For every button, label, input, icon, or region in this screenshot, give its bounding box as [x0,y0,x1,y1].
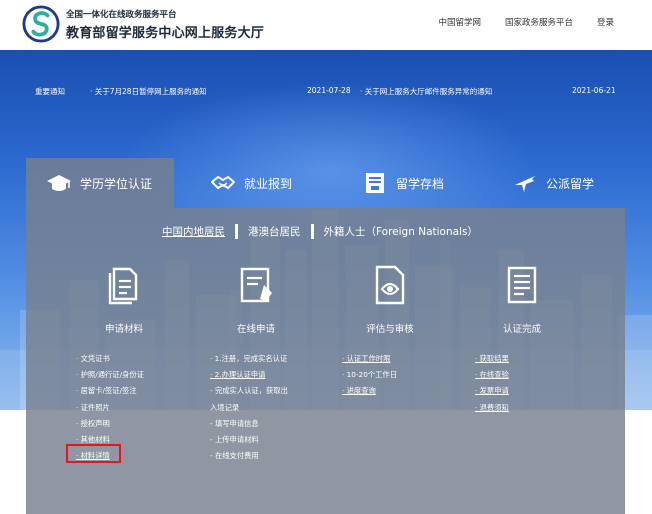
notice-label: 重要通知 [35,87,65,96]
subtab-mainland[interactable]: 中国内地居民 [162,224,225,239]
archive-icon [366,173,384,193]
refund-notice-link[interactable]: · 退费须知 [475,400,509,416]
tab-degree-verification[interactable]: 学历学位认证 [26,158,174,208]
subtab-divider [310,224,314,239]
list-item: - 填写申请信息 [210,418,259,428]
nav-cscse-link[interactable]: 中国留学网 [438,16,481,28]
list-item: · 证件照片 [76,402,110,412]
list-item: · 1.注册，完成实名认证 [210,354,288,363]
evaluation-list: · 认证工作时限 · 10-20个工作日 · 进度查询 [342,351,397,400]
login-link[interactable]: 登录 [597,16,614,28]
step-label: 申请材料 [104,324,143,335]
get-result-link[interactable]: · 获取结果 [475,351,509,367]
tab-label: 学历学位认证 [80,176,153,191]
site-header: 全国一体化在线政务服务平台 教育部留学服务中心网上服务大厅 中国留学网 国家政务… [0,0,652,50]
nav-gov-platform-link[interactable]: 国家政务服务平台 [505,16,573,28]
resident-type-tabs: 中国内地居民 港澳台居民 外籍人士（Foreign Nationals） [162,224,478,239]
list-item: · 10-20个工作日 [342,370,398,380]
list-item: · 护照/通行证/身份证 [76,370,144,380]
tab-label: 就业报到 [244,176,293,191]
invoice-request-link[interactable]: · 发票申请 [475,383,509,399]
list-item: - 在线支付费用 [210,451,259,461]
tab-study-abroad-archive[interactable]: 留学存档 [362,158,444,208]
step-verification-complete: 认证完成 [462,263,582,335]
time-limit-link[interactable]: · 认证工作时限 [342,351,397,367]
step-online-application: 在线申请 [196,263,316,335]
service-panel: 中国内地居民 港澳台居民 外籍人士（Foreign Nationals） 申请材… [26,208,625,514]
airplane-icon [515,176,535,192]
list-item: · 文凭证书 [76,354,110,363]
step-label: 认证完成 [502,324,541,335]
documents-icon [108,267,138,305]
online-application-list: · 1.注册，完成实名认证 · 2.办理认证申请 - 完成实人认证，获取出 入境… [210,351,288,464]
notice-date-1: 2021-07-28 [307,86,351,95]
list-item: - 完成实人认证，获取出 [210,386,288,396]
completion-list: · 获取结果 · 在线查验 · 发票申请 · 退费须知 [475,351,509,416]
subtab-hk-macao-taiwan[interactable]: 港澳台居民 [248,224,301,239]
subtab-foreign-nationals[interactable]: 外籍人士（Foreign Nationals） [324,224,478,239]
online-check-link[interactable]: · 在线查验 [475,367,509,383]
progress-query-link[interactable]: · 进度查询 [342,383,397,399]
step-label: 在线申请 [236,324,275,335]
step-evaluation-review: 评估与审核 [330,263,450,335]
form-edit-icon [240,267,272,303]
graduation-cap-icon [47,175,71,191]
list-item: - 上传申请材料 [210,435,259,445]
tab-government-sponsored[interactable]: 公派留学 [512,158,594,208]
notice-bar: 重要通知 · 关于7月28日暂停网上服务的通知 2021-07-28 · 关于网… [0,83,652,99]
list-item: · 居留卡/签证/签注 [76,386,137,396]
step-application-materials: 申请材料 [64,263,184,335]
tab-label: 公派留学 [546,176,595,191]
top-nav: 中国留学网 国家政务服务平台 登录 [438,16,614,28]
site-title: 教育部留学服务中心网上服务大厅 [66,26,265,41]
tab-employment-registration[interactable]: 就业报到 [210,158,292,208]
site-logo-icon[interactable] [22,5,60,43]
apply-verification-link[interactable]: · 2.办理认证申请 [210,367,288,383]
notice-date-2: 2021-06-21 [572,86,616,95]
list-item: · 授权声明 [76,418,110,428]
platform-subtitle: 全国一体化在线政务服务平台 [66,10,177,20]
notice-link-1[interactable]: · 关于7月28日暂停网上服务的通知 [90,86,207,97]
tab-label: 留学存档 [396,176,445,191]
step-label: 评估与审核 [366,324,414,335]
report-icon [507,266,537,304]
list-item: 入境记录 [210,402,240,412]
document-eye-icon [375,265,405,305]
subtab-divider [235,224,238,239]
handshake-icon [211,176,235,189]
highlight-box [66,444,121,463]
notice-link-2[interactable]: · 关于网上服务大厅邮件服务异常的通知 [360,86,492,97]
